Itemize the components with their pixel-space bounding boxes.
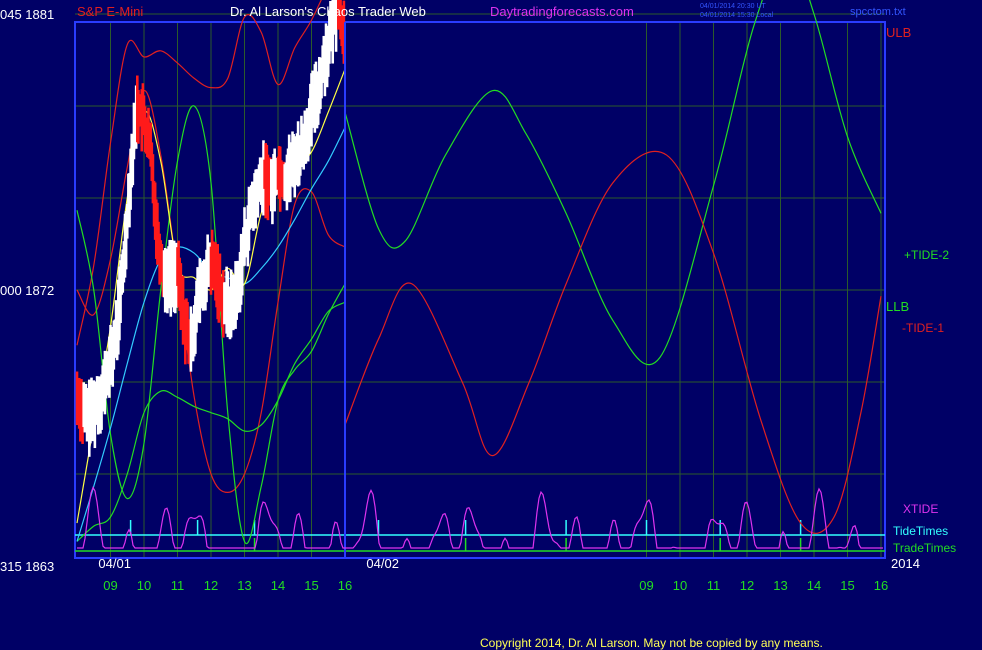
x-tick-7: 16: [338, 578, 352, 593]
x-tick-13: 14: [807, 578, 821, 593]
x-tick-11: 12: [740, 578, 754, 593]
chart-background: [0, 0, 982, 650]
y-label-1: 000 1872: [0, 283, 54, 298]
y-label-0: 045 1881: [0, 7, 54, 22]
label-llb: LLB: [886, 299, 909, 314]
author-title: Dr. Al Larson's Chaos Trader Web: [230, 4, 426, 19]
label-tidetimes: TideTimes: [893, 524, 948, 538]
x-tick-5: 14: [271, 578, 285, 593]
x-tick-9: 10: [673, 578, 687, 593]
x-tick-8: 09: [639, 578, 653, 593]
label-tradetimes: TradeTimes: [893, 541, 956, 555]
y-label-2: 315 1863: [0, 559, 54, 574]
x-tick-4: 13: [237, 578, 251, 593]
copyright-notice: Copyright 2014, Dr. Al Larson. May not b…: [480, 636, 823, 650]
date-label-1: 04/02: [366, 556, 399, 571]
date-label-0: 04/01: [98, 556, 131, 571]
x-tick-1: 10: [137, 578, 151, 593]
x-tick-10: 11: [707, 578, 721, 593]
x-tick-15: 16: [874, 578, 888, 593]
x-tick-3: 12: [204, 578, 218, 593]
timestamp-local: 04/01/2014 15:30 Local: [700, 12, 774, 19]
file-name: spcctom.txt: [850, 6, 906, 18]
timestamp-ut: 04/01/2014 20:30 UT: [700, 3, 766, 10]
site-link[interactable]: Daytradingforecasts.com: [490, 4, 634, 19]
year-label: 2014: [891, 556, 920, 571]
label-ulb: ULB: [886, 25, 911, 40]
chaos-trader-chart: S&P E-Mini Dr. Al Larson's Chaos Trader …: [0, 0, 982, 650]
x-tick-14: 15: [840, 578, 854, 593]
x-tick-6: 15: [304, 578, 318, 593]
x-tick-12: 13: [773, 578, 787, 593]
x-tick-0: 09: [103, 578, 117, 593]
symbol-label: S&P E-Mini: [77, 4, 143, 19]
label-xtide: XTIDE: [903, 502, 938, 516]
x-tick-2: 11: [171, 578, 185, 593]
label-tide2: +TIDE-2: [904, 248, 949, 262]
label-tide1: -TIDE-1: [902, 321, 944, 335]
